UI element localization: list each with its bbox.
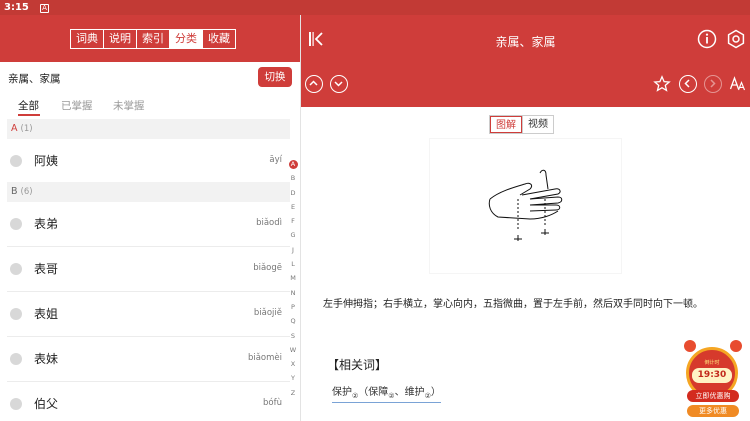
pinyin-label: bófù — [263, 398, 282, 408]
filter-mastered[interactable]: 已掌握 — [61, 98, 93, 113]
word-label: 表姐 — [34, 307, 59, 321]
alphabet-item[interactable]: G — [287, 228, 299, 242]
chevron-down-icon[interactable] — [330, 75, 348, 93]
alphabet-item[interactable]: Z — [287, 386, 299, 400]
alphabet-item[interactable]: P — [287, 300, 299, 314]
list-item[interactable]: 表姐 biǎojiě — [7, 292, 290, 337]
view-tabs: 图解 视频 — [489, 115, 554, 134]
more-offers-button[interactable]: 更多优惠 — [687, 405, 739, 417]
chevron-up-icon[interactable] — [305, 75, 323, 93]
alphabet-item[interactable]: X — [287, 357, 299, 371]
alphabet-item[interactable]: E — [287, 200, 299, 214]
countdown-time: 19:30 — [692, 368, 732, 383]
tab-dictionary[interactable]: 词典 — [71, 30, 103, 48]
alarm-bell-right-icon — [730, 340, 742, 352]
sign-description: 左手伸拇指；右手横立，掌心向内，五指微曲，置于左手前，然后双手同时向下一顿。 — [323, 299, 703, 310]
tab-category[interactable]: 分类 — [169, 30, 202, 48]
related-alt-b: 维护 — [404, 387, 425, 398]
related-main-word: 保护 — [332, 387, 352, 398]
alphabet-item[interactable]: F — [287, 214, 299, 228]
related-word-link[interactable]: 保护②（保障②、维护②） — [332, 383, 441, 403]
alphabet-item[interactable]: S — [287, 329, 299, 343]
pinyin-label: biǎomèi — [247, 353, 282, 363]
mastery-dot[interactable] — [10, 155, 22, 167]
group-letter: B — [11, 186, 18, 197]
left-header: 词典 说明 索引 分类 收藏 — [0, 15, 300, 62]
hand-sign-drawing — [488, 169, 563, 241]
alphabet-item[interactable]: L — [287, 257, 299, 271]
group-header-b: B (6) — [7, 182, 290, 202]
mastery-dot[interactable] — [10, 218, 22, 230]
word-label: 表弟 — [34, 217, 59, 231]
pinyin-label: biǎodì — [256, 218, 282, 228]
category-title: 亲属、家属 — [8, 73, 61, 85]
mastery-dot[interactable] — [10, 263, 22, 275]
alphabet-item[interactable]: A — [287, 157, 299, 171]
info-icon[interactable] — [697, 29, 717, 49]
status-bar: 3:15 A — [0, 0, 750, 15]
list-item[interactable]: 伯父 bófù — [7, 382, 290, 421]
filter-not-mastered[interactable]: 未掌握 — [113, 98, 145, 113]
chevron-right-icon[interactable] — [704, 75, 722, 93]
star-icon[interactable] — [653, 75, 671, 93]
alphabet-index[interactable]: A B D E F G J L M N P Q S W X Y Z — [287, 157, 299, 400]
list-item[interactable]: 阿姨 āyí — [7, 139, 290, 184]
mastery-dot[interactable] — [10, 398, 22, 410]
tab-index[interactable]: 索引 — [136, 30, 169, 48]
word-label: 表妹 — [34, 352, 59, 366]
word-label: 伯父 — [34, 397, 59, 411]
alphabet-item[interactable]: Y — [287, 371, 299, 385]
related-separator: 、 — [394, 387, 405, 398]
alarm-bell-left-icon — [684, 340, 696, 352]
tab-favorites[interactable]: 收藏 — [202, 30, 235, 48]
mastery-dot[interactable] — [10, 353, 22, 365]
group-count: (1) — [20, 124, 33, 134]
tab-video[interactable]: 视频 — [522, 116, 553, 133]
detail-title: 亲属、家属 — [495, 35, 556, 49]
alphabet-item[interactable]: D — [287, 186, 299, 200]
switch-category-button[interactable]: 切换 — [258, 67, 292, 87]
mastery-dot[interactable] — [10, 308, 22, 320]
right-header: 亲属、家属 — [301, 15, 750, 107]
pinyin-label: biǎogē — [253, 263, 282, 273]
alphabet-item[interactable]: M — [287, 271, 299, 285]
pinyin-label: āyí — [269, 155, 282, 165]
list-item[interactable]: 表弟 biǎodì — [7, 202, 290, 247]
list-item[interactable]: 表妹 biǎomèi — [7, 337, 290, 382]
pinyin-label: biǎojiě — [253, 308, 282, 318]
group-letter: A — [11, 123, 18, 134]
font-size-icon[interactable] — [729, 75, 747, 93]
tab-illustration[interactable]: 图解 — [490, 116, 522, 133]
filter-all[interactable]: 全部 — [18, 98, 39, 113]
collapse-sidebar-icon[interactable] — [307, 30, 325, 48]
group-count: (6) — [20, 187, 33, 197]
alphabet-item[interactable]: J — [287, 243, 299, 257]
buy-now-button[interactable]: 立即优惠购 — [687, 390, 739, 402]
countdown-label: 倒计时 — [704, 360, 720, 366]
app-root: 3:15 A 词典 说明 索引 分类 收藏 亲属、家属 切换 全部 已掌握 未掌… — [0, 0, 750, 421]
status-time: 3:15 — [4, 2, 29, 13]
related-alt-a: 保障 — [368, 387, 389, 398]
related-words-title: 【相关词】 — [327, 358, 388, 372]
alphabet-item[interactable]: N — [287, 286, 299, 300]
tab-instructions[interactable]: 说明 — [103, 30, 136, 48]
alphabet-item[interactable]: B — [287, 171, 299, 185]
chevron-left-icon[interactable] — [679, 75, 697, 93]
related-paren-open: （ — [358, 387, 369, 398]
settings-icon[interactable] — [726, 29, 746, 49]
alphabet-item[interactable]: W — [287, 343, 299, 357]
related-paren-close: ） — [430, 387, 441, 398]
sign-illustration — [430, 139, 621, 273]
filter-tabs: 全部 已掌握 未掌握 — [0, 98, 300, 116]
filter-active-underline — [18, 114, 40, 116]
word-label: 阿姨 — [34, 154, 59, 168]
alphabet-item[interactable]: Q — [287, 314, 299, 328]
notification-icon: A — [40, 4, 50, 13]
list-item[interactable]: 表哥 biǎogē — [7, 247, 290, 292]
group-header-a: A (1) — [7, 119, 290, 139]
left-nav-tabs: 词典 说明 索引 分类 收藏 — [70, 29, 236, 49]
promo-widget[interactable]: 倒计时 19:30 立即优惠购 更多优惠 — [680, 340, 746, 420]
word-label: 表哥 — [34, 262, 59, 276]
